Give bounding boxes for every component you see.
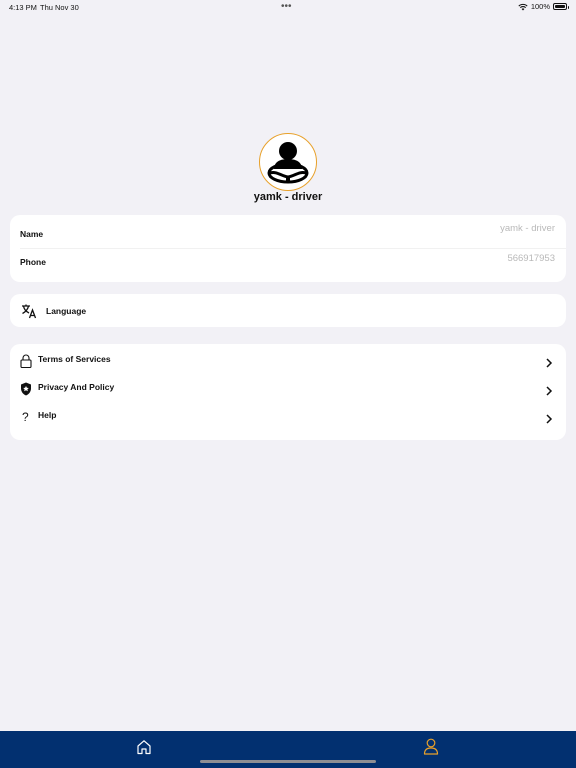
profile-info-card: Name yamk - driver Phone 566917953 [10, 215, 566, 282]
status-indicators: 100% [518, 2, 569, 11]
privacy-label: Privacy And Policy [38, 382, 115, 392]
battery-icon [553, 3, 569, 10]
person-icon[interactable] [423, 738, 439, 755]
chevron-right-icon [546, 358, 553, 368]
tab-bar [0, 731, 576, 768]
status-date: Thu Nov 30 [40, 3, 79, 12]
chevron-right-icon [546, 386, 553, 396]
wifi-icon [518, 3, 528, 10]
name-value: yamk - driver [500, 223, 555, 234]
chevron-right-icon [546, 414, 553, 424]
phone-label: Phone [20, 257, 46, 267]
help-row[interactable]: ? Help [10, 400, 566, 428]
shield-icon [21, 382, 31, 396]
profile-name: yamk - driver [253, 191, 323, 203]
lock-icon [20, 354, 32, 368]
help-label: Help [38, 410, 57, 420]
driver-steering-wheel-icon [267, 142, 309, 184]
name-row: Name yamk - driver [10, 215, 566, 243]
question-icon: ? [22, 410, 29, 424]
status-time: 4:13 PM [9, 3, 37, 12]
privacy-policy-row[interactable]: Privacy And Policy [10, 372, 566, 400]
links-card: Terms of Services Privacy And Policy ? H… [10, 344, 566, 440]
status-bar: 4:13 PM Thu Nov 30 ••• 100% [0, 0, 576, 14]
language-row[interactable]: Language [10, 294, 566, 327]
terms-label: Terms of Services [38, 354, 111, 364]
home-indicator[interactable] [200, 760, 376, 763]
phone-row: Phone 566917953 [10, 248, 566, 276]
name-label: Name [20, 229, 44, 239]
phone-value: 566917953 [507, 253, 555, 264]
battery-percent: 100% [530, 2, 550, 11]
home-icon[interactable] [136, 739, 152, 755]
avatar[interactable] [259, 133, 317, 191]
translate-icon [22, 304, 37, 319]
multitasking-dots[interactable]: ••• [281, 1, 292, 12]
language-label: Language [46, 306, 87, 316]
terms-of-services-row[interactable]: Terms of Services [10, 344, 566, 372]
